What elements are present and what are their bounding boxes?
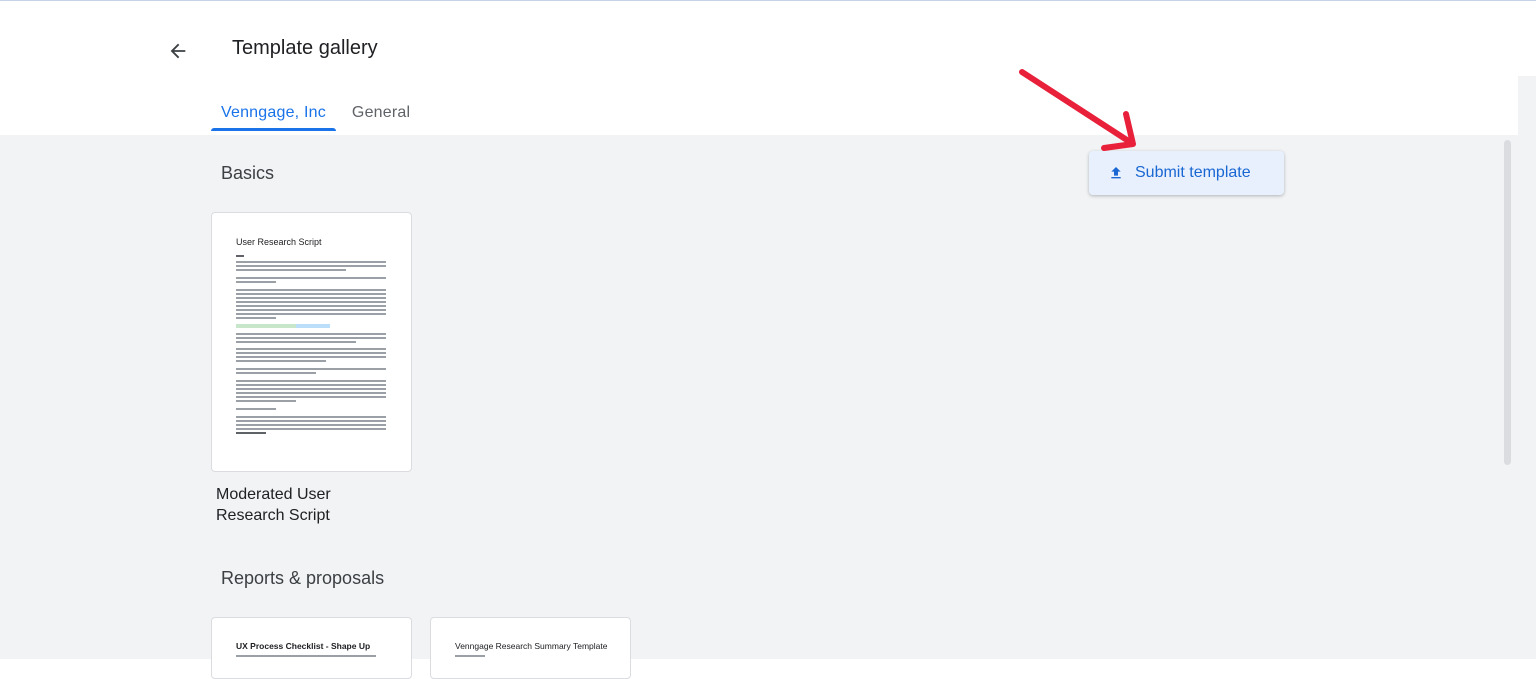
document-preview xyxy=(455,655,485,657)
upload-icon xyxy=(1111,167,1121,179)
template-label: Moderated User Research Script xyxy=(216,486,331,524)
page-title: Template gallery xyxy=(232,37,378,59)
template-card-user-research-script[interactable]: User Research Script xyxy=(211,212,412,472)
tab-general[interactable]: General xyxy=(339,94,423,131)
thumbnail-title: UX Process Checklist - Shape Up xyxy=(236,641,371,651)
document-preview xyxy=(236,655,376,657)
template-card-venngage-research-summary[interactable]: Venngage Research Summary Template xyxy=(430,617,631,679)
thumbnail-title: User Research Script xyxy=(236,237,322,247)
annotation-arrow-icon xyxy=(1019,69,1136,151)
section-title-reports-proposals: Reports & proposals xyxy=(221,568,385,588)
thumbnail-title: Venngage Research Summary Template xyxy=(455,641,608,651)
submit-template-label: Submit template xyxy=(1135,164,1251,181)
right-rail xyxy=(1518,76,1536,659)
arrow-left-icon xyxy=(170,43,186,59)
tab-bar: Venngage, Inc General xyxy=(208,94,423,131)
tab-venngage-inc[interactable]: Venngage, Inc xyxy=(208,94,339,131)
header: Template gallery Venngage, Inc General xyxy=(0,1,1518,135)
section-title-basics: Basics xyxy=(221,163,275,183)
back-button[interactable] xyxy=(160,33,196,69)
template-card-ux-process-checklist[interactable]: UX Process Checklist - Shape Up xyxy=(211,617,412,679)
scrollbar[interactable] xyxy=(1504,140,1511,465)
